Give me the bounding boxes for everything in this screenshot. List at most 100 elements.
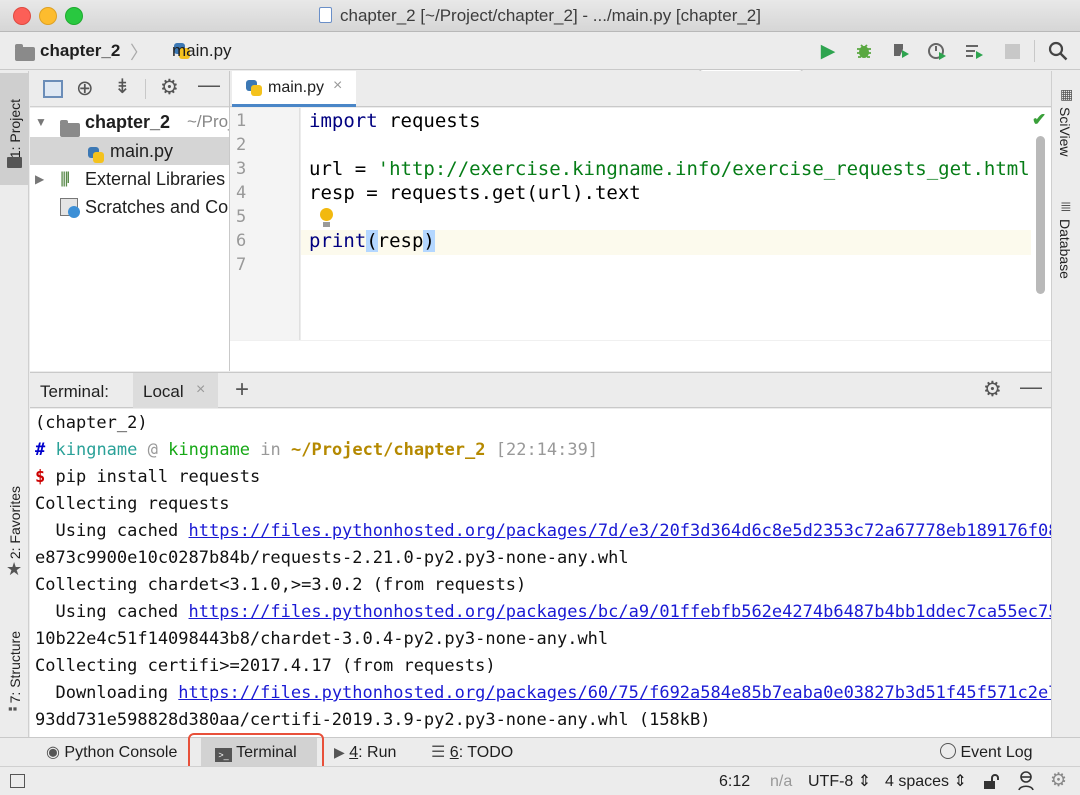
tab-sciview[interactable]: SciView (1057, 107, 1073, 162)
line-number: 6 (236, 231, 247, 251)
check-icon[interactable]: ✔ (1032, 110, 1046, 130)
tool-window-run[interactable]: ▶ 4: Run (334, 738, 396, 767)
library-icon: |||l (60, 170, 70, 187)
tab-local-session[interactable]: Local × (133, 373, 218, 408)
line-number: 7 (236, 255, 247, 275)
terminal-line: Downloading https://files.pythonhosted.o… (35, 683, 1051, 703)
terminal-line: Using cached https://files.pythonhosted.… (35, 521, 1051, 541)
tree-item-scratches[interactable]: Scratches and Consoles (30, 193, 229, 221)
tool-window-todo[interactable]: ☰ 6: TODO (431, 738, 513, 767)
line-separator: n/a (770, 773, 793, 790)
tab-main-py[interactable]: main.py × (232, 71, 356, 107)
tool-window-event-log[interactable]: Event Log (940, 738, 1033, 767)
terminal-prompt-line: # kingname @ kingname in ~/Project/chapt… (35, 440, 599, 460)
tree-item-root[interactable]: ▼ chapter_2 ~/Project/chapter_2 (30, 108, 229, 137)
divider (145, 79, 146, 99)
editor-tab-label: main.py (268, 79, 325, 96)
tree-scratches-label: Scratches and Consoles (85, 197, 229, 217)
package-link[interactable]: https://files.pythonhosted.org/packages/… (189, 602, 1051, 622)
new-session-button[interactable]: + (235, 376, 249, 404)
tool-window-python-console[interactable]: ◉ Python Console (46, 738, 177, 767)
locate-icon[interactable]: ⊕ (76, 76, 94, 101)
terminal-header: Terminal: Local × + ⚙ — (30, 372, 1051, 408)
lightbulb-icon[interactable] (320, 208, 333, 221)
editor-scrollbar[interactable] (1036, 136, 1045, 294)
terminal-label: Terminal: (40, 382, 109, 401)
editor-empty-space (230, 340, 1051, 371)
package-link[interactable]: https://files.pythonhosted.org/packages/… (178, 683, 1051, 703)
run-concurrency-icon[interactable] (963, 40, 985, 62)
code-line-1: import requests (309, 110, 481, 132)
code-line-3: url = 'http://exercise.kingname.info/exe… (309, 158, 1035, 180)
stop-icon[interactable] (1001, 40, 1023, 62)
tab-database[interactable]: Database (1057, 219, 1073, 284)
terminal-output[interactable]: (chapter_2) # kingname @ kingname in ~/P… (30, 409, 1051, 737)
profile-icon[interactable] (926, 40, 948, 62)
terminal-line: 10b22e4c51f14098443b8/chardet-3.0.4-py2.… (35, 629, 609, 649)
toggle-tool-windows-icon[interactable] (10, 774, 25, 788)
code-editor[interactable]: import requests url = 'http://exercise.k… (301, 108, 1035, 340)
breadcrumb-project[interactable]: chapter_2 (40, 41, 120, 61)
inspector-icon[interactable] (1016, 770, 1036, 795)
code-line-4: resp = requests.get(url).text (309, 182, 641, 204)
code-text: requests (377, 110, 481, 132)
hide-panel-icon[interactable]: — (198, 72, 220, 98)
indent-setting[interactable]: 4 spaces ⇕ (885, 767, 967, 795)
tree-item-external-libraries[interactable]: ▶ |||l External Libraries (30, 165, 229, 193)
tab-project[interactable]: 1: Project (0, 73, 29, 185)
folder-icon (15, 44, 35, 61)
window-title: chapter_2 [~/Project/chapter_2] - .../ma… (0, 6, 1080, 26)
tree-item-main-py[interactable]: main.py (30, 137, 229, 165)
line-number: 5 (236, 207, 247, 227)
lock-icon[interactable] (983, 773, 1001, 795)
terminal-line: Collecting chardet<3.1.0,>=3.0.2 (from r… (35, 575, 527, 595)
collapse-all-icon[interactable]: ⇟ (114, 74, 131, 99)
close-tab-icon[interactable]: × (333, 77, 342, 95)
sciview-icon: ▦ (1060, 86, 1074, 102)
breadcrumb-file[interactable]: main.py (172, 41, 232, 61)
tree-root-path: ~/Project/chapter_2 (187, 112, 229, 131)
terminal-line: e873c9900e10c0287b84b/requests-2.21.0-py… (35, 548, 629, 568)
close-session-icon[interactable]: × (196, 381, 205, 399)
list-icon: ☰ (431, 744, 446, 761)
project-panel-toolbar: ⊕ ⇟ ⚙ — (30, 71, 229, 107)
settings-icon[interactable]: ⚙ (1050, 769, 1067, 792)
run-icon[interactable]: ▶ (817, 40, 839, 62)
run-small-icon: ▶ (334, 744, 345, 760)
terminal-command-line: $ pip install requests (35, 467, 261, 487)
gear-icon[interactable]: ⚙ (983, 377, 1002, 402)
project-folder-icon (7, 157, 22, 168)
run-with-coverage-icon[interactable] (890, 40, 912, 62)
clock-icon (68, 206, 80, 218)
database-icon: ≣ (1060, 198, 1072, 214)
file-encoding[interactable]: UTF-8 ⇕ (808, 767, 871, 795)
chevron-right-icon: ▶ (35, 172, 45, 186)
line-number: 3 (236, 159, 247, 179)
terminal-line: (chapter_2) (35, 413, 148, 433)
hide-terminal-icon[interactable]: — (1020, 374, 1042, 400)
paren-open: ( (366, 230, 378, 252)
navigation-bar: chapter_2 〉 main.py main ▼ (0, 33, 1080, 98)
left-tool-stripe: 1: Project 2: Favorites ★ 7: Structure ▪… (0, 71, 29, 766)
right-tool-stripe: ▦ SciView ≣ Database (1051, 71, 1080, 766)
terminal-line: 93dd731e598828d380aa/certifi-2019.3.9-py… (35, 710, 711, 730)
tree-file-name: main.py (110, 141, 174, 161)
view-mode-icon[interactable] (43, 80, 63, 98)
caret-position[interactable]: 6:12 (719, 767, 750, 795)
line-number: 1 (236, 111, 247, 131)
search-icon[interactable] (1047, 40, 1069, 62)
folder-icon (60, 120, 80, 137)
builtin-print: print (309, 230, 367, 252)
code-arg: resp (377, 230, 424, 252)
code-text: resp = requests.get(url).text (309, 182, 641, 204)
breadcrumb-separator-icon: 〉 (130, 43, 148, 63)
toolbar-divider (1034, 40, 1035, 62)
tool-window-bar: ◉ Python Console >_ Terminal ▶ 4: Run ☰ … (0, 737, 1080, 767)
string-literal: 'http://exercise.kingname.info/exercise_… (377, 158, 1035, 180)
window-titlebar: chapter_2 [~/Project/chapter_2] - .../ma… (0, 0, 1080, 32)
debug-icon[interactable] (853, 40, 875, 62)
gear-icon[interactable]: ⚙ (160, 75, 179, 100)
terminal-line: Using cached https://files.pythonhosted.… (35, 602, 1051, 622)
package-link[interactable]: https://files.pythonhosted.org/packages/… (189, 521, 1051, 541)
terminal-line: Collecting requests (35, 494, 230, 514)
